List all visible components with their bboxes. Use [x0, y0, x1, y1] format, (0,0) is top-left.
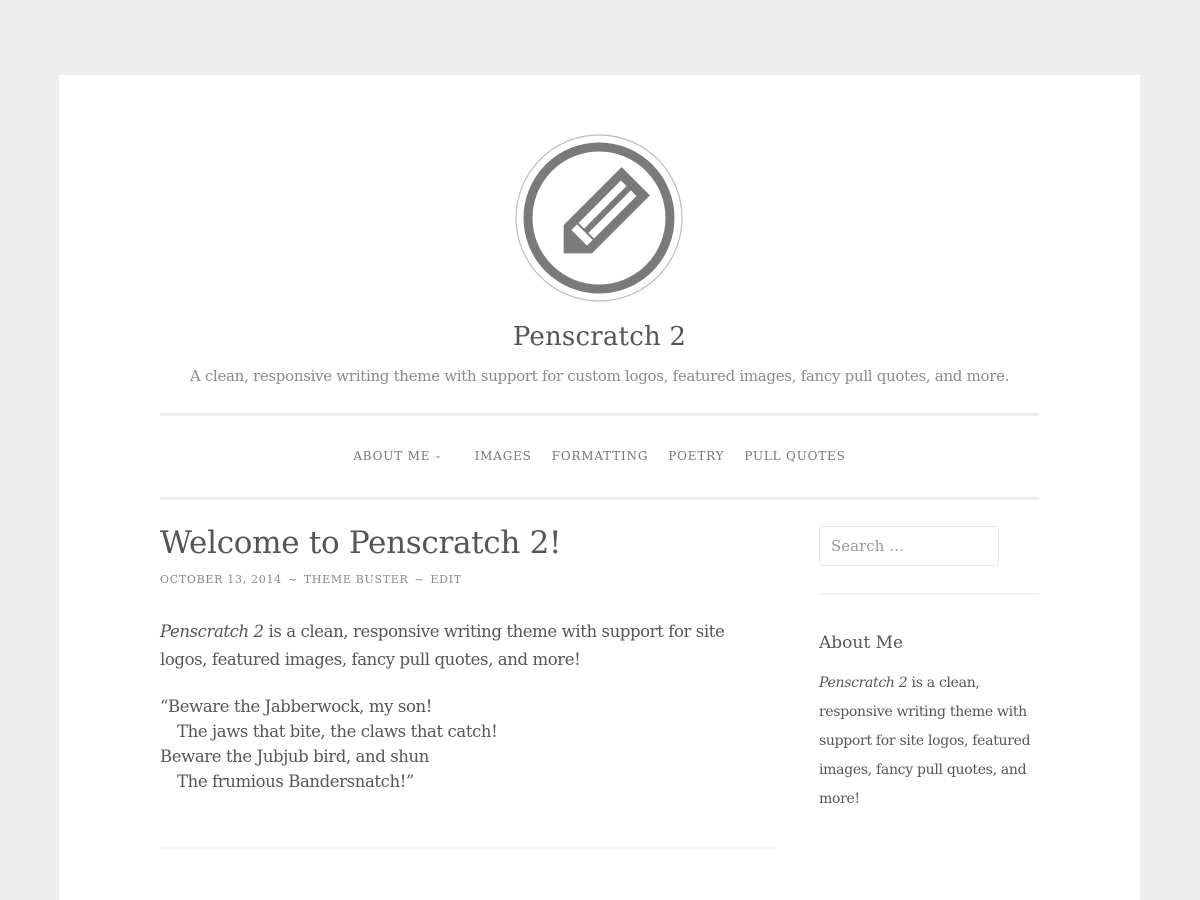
- poem: “Beware the Jabberwock, my son! The jaws…: [160, 694, 775, 794]
- poem-line: The jaws that bite, the claws that catch…: [177, 722, 498, 741]
- poem-line: “Beware the Jabberwock, my son!: [160, 697, 432, 716]
- page-container: Penscratch 2 A clean, responsive writing…: [59, 75, 1140, 900]
- nav-item-formatting[interactable]: FORMATTING: [542, 449, 659, 463]
- poem-line: The frumious Bandersnatch!”: [177, 772, 414, 791]
- post-divider: [160, 847, 775, 849]
- post-intro: Penscratch 2 is a clean, responsive writ…: [160, 618, 775, 674]
- chevron-down-icon: ⌄: [434, 451, 443, 461]
- nav-divider: [160, 497, 1039, 500]
- meta-separator: ~: [414, 573, 425, 586]
- widget-title: About Me: [819, 633, 904, 653]
- post-meta: OCTOBER 13, 2014 ~ THEME BUSTER ~ EDIT: [160, 573, 462, 586]
- site-logo[interactable]: [515, 134, 683, 302]
- post-date-link[interactable]: OCTOBER 13, 2014: [160, 573, 282, 586]
- post-author-link[interactable]: THEME BUSTER: [304, 573, 409, 586]
- post-content: Penscratch 2 is a clean, responsive writ…: [160, 618, 775, 794]
- nav-item-images[interactable]: IMAGES: [465, 449, 542, 463]
- post-intro-emphasis: Penscratch 2: [160, 622, 264, 641]
- sidebar-divider: [819, 593, 1039, 595]
- site-tagline: A clean, responsive writing theme with s…: [189, 367, 1010, 385]
- nav-item-poetry[interactable]: POETRY: [658, 449, 734, 463]
- widget-text-body: is a clean, responsive writing theme wit…: [819, 675, 1031, 807]
- meta-separator: ~: [287, 573, 298, 586]
- post-title[interactable]: Welcome to Penscratch 2!: [160, 525, 561, 561]
- widget-text: Penscratch 2 is a clean, responsive writ…: [819, 669, 1034, 814]
- widget-text-emphasis: Penscratch 2: [819, 675, 908, 691]
- nav-item-about-me[interactable]: ABOUT ME ⌄: [343, 449, 452, 463]
- main-navigation: ABOUT ME ⌄ IMAGES FORMATTING POETRY PULL …: [59, 449, 1140, 463]
- nav-item-label: ABOUT ME: [353, 449, 431, 463]
- post-title-text[interactable]: Welcome to Penscratch 2!: [160, 525, 561, 561]
- poem-line: Beware the Jubjub bird, and shun: [160, 747, 429, 766]
- nav-item-pull-quotes[interactable]: PULL QUOTES: [734, 449, 855, 463]
- search-input[interactable]: [819, 526, 999, 566]
- header-divider: [160, 413, 1039, 416]
- post-edit-link[interactable]: EDIT: [430, 573, 461, 586]
- pencil-icon: [515, 134, 683, 302]
- site-title[interactable]: Penscratch 2: [59, 322, 1140, 352]
